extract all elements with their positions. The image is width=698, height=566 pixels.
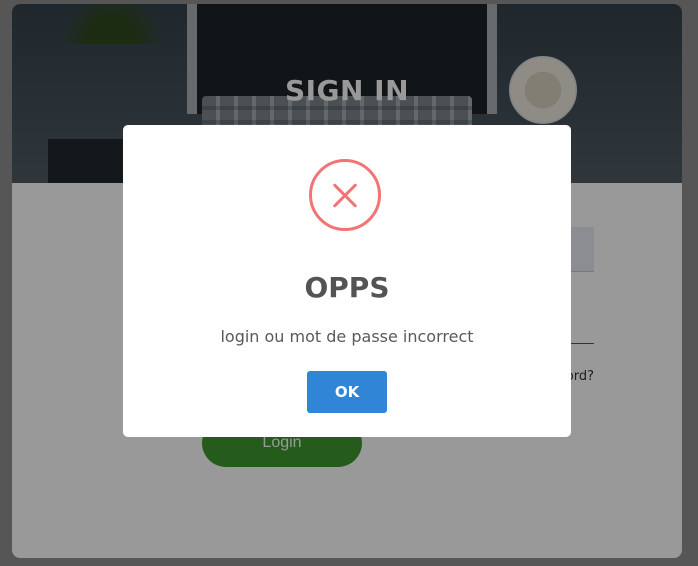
- page: SIGN IN Forgot password? Login OPPS logi…: [0, 0, 698, 566]
- error-dialog: OPPS login ou mot de passe incorrect OK: [123, 125, 571, 437]
- dialog-title: OPPS: [304, 271, 390, 304]
- ok-button[interactable]: OK: [307, 371, 387, 413]
- error-x-icon: [309, 159, 381, 231]
- dialog-message: login ou mot de passe incorrect: [220, 327, 474, 346]
